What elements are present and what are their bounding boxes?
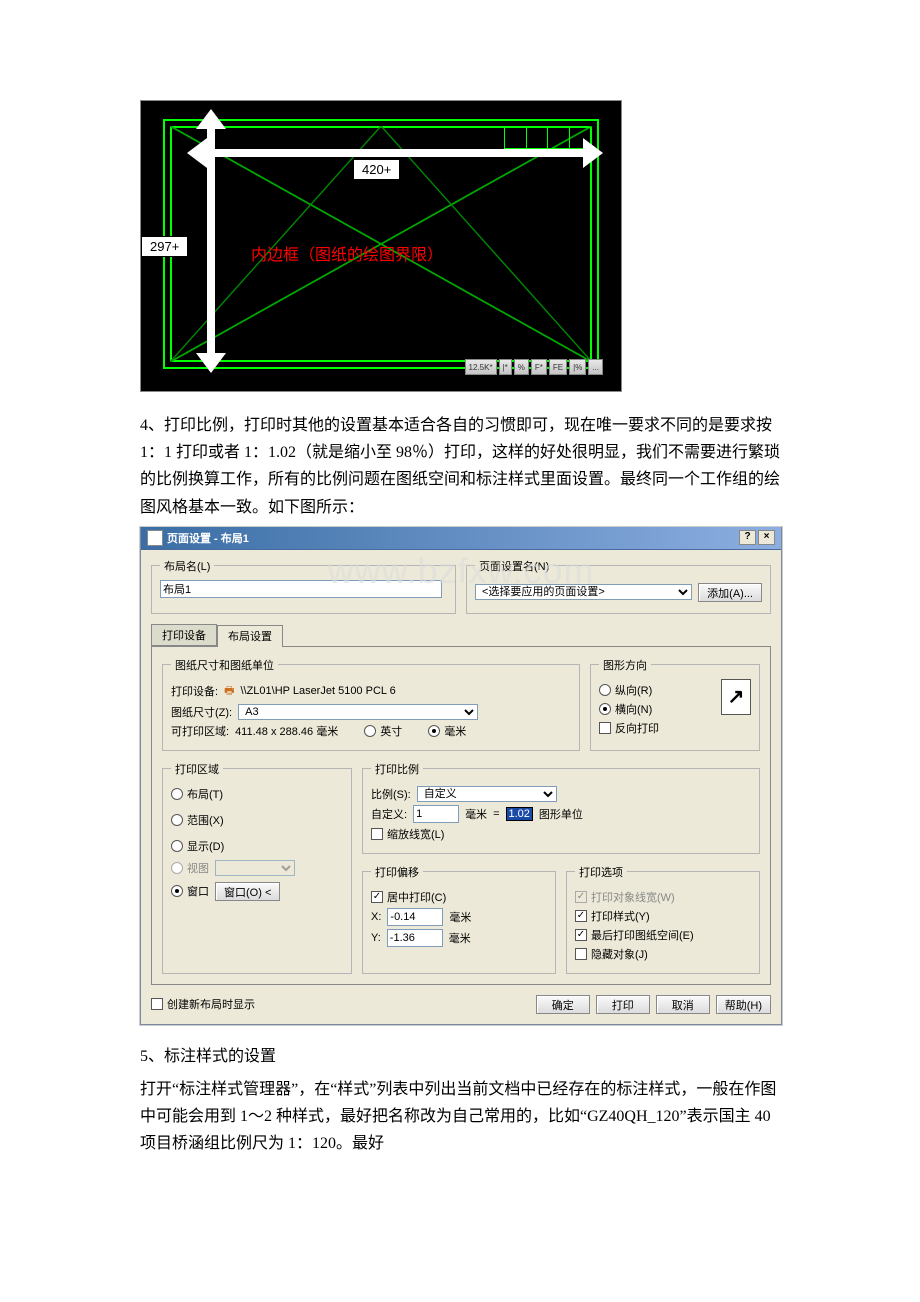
- layout-name-input[interactable]: [160, 580, 442, 598]
- print-offset-group: 打印偏移 居中打印(C) X: 毫米 Y: 毫: [362, 864, 556, 974]
- printable-area-label: 可打印区域:: [171, 723, 229, 739]
- offset-x-input[interactable]: [387, 908, 443, 926]
- paper-size-select[interactable]: A3: [238, 704, 478, 720]
- tab-layout-settings[interactable]: 布局设置: [217, 625, 283, 647]
- cad-tab: 12.5K*: [465, 359, 497, 375]
- window-pick-button[interactable]: 窗口(O) <: [215, 882, 280, 901]
- scale-left-unit: 毫米: [465, 806, 487, 822]
- paper-size-legend: 图纸尺寸和图纸单位: [171, 657, 278, 673]
- orientation-preview-icon: [721, 679, 751, 715]
- device-label: 打印设备:: [171, 683, 218, 699]
- close-icon[interactable]: ×: [758, 530, 775, 545]
- scale-right-input[interactable]: 1.02: [506, 807, 533, 821]
- tab-print-device[interactable]: 打印设备: [151, 624, 217, 646]
- offset-x-label: X:: [371, 911, 381, 923]
- dialog-titlebar[interactable]: 页面设置 - 布局1 ? ×: [141, 527, 781, 550]
- print-scale-group: 打印比例 比例(S): 自定义 自定义: 毫米 = 1.02: [362, 761, 760, 854]
- area-range-radio[interactable]: 范围(X): [171, 812, 224, 828]
- vertical-dimension-arrow: [201, 127, 221, 355]
- offset-y-unit: 毫米: [449, 930, 471, 946]
- dimension-label-vertical: 297+: [141, 236, 188, 257]
- document-page: 420+ 297+ 内边框（图纸的绘图界限） 12.5K* |* % F* FE…: [140, 0, 780, 1264]
- print-offset-legend: 打印偏移: [371, 864, 423, 880]
- cad-tab: |*: [499, 359, 512, 375]
- offset-y-label: Y:: [371, 932, 381, 944]
- paragraph-4: 4、打印比例，打印时其他的设置基本适合各自的习惯即可，现在唯一要求不同的是要求按…: [140, 412, 780, 521]
- cad-tab: %: [514, 359, 529, 375]
- paper-size-label: 图纸尺寸(Z):: [171, 704, 232, 720]
- page-setup-dialog: 页面设置 - 布局1 ? × www.bzfxw.com 布局名(L) 页面设置…: [140, 527, 782, 1025]
- offset-y-input[interactable]: [387, 929, 443, 947]
- cad-tab: ...: [588, 359, 603, 375]
- equals-sign: =: [493, 808, 499, 820]
- print-options-legend: 打印选项: [575, 864, 627, 880]
- area-view-radio[interactable]: 视图: [171, 860, 209, 876]
- cad-tab: FE: [549, 359, 567, 375]
- help-button-icon[interactable]: ?: [739, 530, 756, 545]
- portrait-radio[interactable]: 纵向(R): [599, 682, 652, 698]
- area-layout-radio[interactable]: 布局(T): [171, 786, 223, 802]
- area-window-radio[interactable]: 窗口: [171, 883, 209, 899]
- device-value: \\ZL01\HP LaserJet 5100 PCL 6: [240, 685, 395, 697]
- unit-mm-radio[interactable]: 毫米: [428, 723, 466, 739]
- scale-lineweights-check[interactable]: 缩放线宽(L): [371, 826, 444, 842]
- reverse-print-check[interactable]: 反向打印: [599, 720, 659, 736]
- show-on-new-layout-check[interactable]: 创建新布局时显示: [151, 996, 255, 1012]
- cad-illustration: 420+ 297+ 内边框（图纸的绘图界限） 12.5K* |* % F* FE…: [140, 100, 622, 392]
- ok-button[interactable]: 确定: [536, 995, 590, 1014]
- offset-x-unit: 毫米: [449, 909, 471, 925]
- hide-objects-check[interactable]: 隐藏对象(J): [575, 946, 648, 962]
- inner-frame-caption: 内边框（图纸的绘图界限）: [251, 241, 443, 265]
- cad-status-tabs: 12.5K* |* % F* FE |% ...: [141, 357, 621, 377]
- page-setup-select[interactable]: <选择要应用的页面设置>: [475, 584, 692, 600]
- print-area-group: 打印区域 布局(T) 范围(X) 显示(D) 视图 窗口 窗口(O) <: [162, 761, 352, 974]
- custom-scale-label: 自定义:: [371, 806, 407, 822]
- dialog-icon: [147, 530, 163, 546]
- layout-name-legend: 布局名(L): [160, 558, 214, 574]
- print-styles-check[interactable]: 打印样式(Y): [575, 908, 650, 924]
- help-button[interactable]: 帮助(H): [716, 995, 771, 1014]
- page-setup-dialog-wrap: 页面设置 - 布局1 ? × www.bzfxw.com 布局名(L) 页面设置…: [140, 527, 780, 1025]
- cancel-button[interactable]: 取消: [656, 995, 710, 1014]
- scale-label: 比例(S):: [371, 786, 411, 802]
- dialog-title-text: 页面设置 - 布局1: [167, 530, 249, 546]
- dimension-label-horizontal: 420+: [353, 159, 400, 180]
- print-scale-legend: 打印比例: [371, 761, 423, 777]
- area-display-radio[interactable]: 显示(D): [171, 838, 224, 854]
- unit-inches-radio[interactable]: 英寸: [364, 723, 402, 739]
- orientation-group: 图形方向 纵向(R) 横向(N) 反向打印: [590, 657, 760, 751]
- orientation-legend: 图形方向: [599, 657, 651, 673]
- print-options-group: 打印选项 打印对象线宽(W) 打印样式(Y) 最后打印图纸空间(E) 隐藏对象(…: [566, 864, 760, 974]
- layout-name-group: 布局名(L): [151, 558, 456, 614]
- add-button[interactable]: 添加(A)...: [698, 583, 762, 602]
- page-setup-name-legend: 页面设置名(N): [475, 558, 553, 574]
- paragraph-5: 打开“标注样式管理器”，在“样式”列表中列出当前文档中已经存在的标注样式，一般在…: [140, 1076, 780, 1158]
- print-paperspace-last-check[interactable]: 最后打印图纸空间(E): [575, 927, 694, 943]
- landscape-radio[interactable]: 横向(N): [599, 701, 652, 717]
- view-select: [215, 860, 295, 876]
- print-area-legend: 打印区域: [171, 761, 223, 777]
- scale-select[interactable]: 自定义: [417, 786, 557, 802]
- cad-tab: F*: [531, 359, 547, 375]
- center-print-check[interactable]: 居中打印(C): [371, 889, 446, 905]
- print-lineweights-check: 打印对象线宽(W): [575, 889, 675, 905]
- paper-size-group: 图纸尺寸和图纸单位 打印设备: 🖶 \\ZL01\HP LaserJet 510…: [162, 657, 580, 751]
- tabs: 打印设备 布局设置: [151, 624, 771, 647]
- cad-tab: |%: [569, 359, 586, 375]
- page-setup-name-group: 页面设置名(N) <选择要应用的页面设置> 添加(A)...: [466, 558, 771, 614]
- printable-area-value: 411.48 x 288.46 毫米: [235, 723, 338, 739]
- scale-left-input[interactable]: [413, 805, 459, 823]
- paragraph-5-heading: 5、标注样式的设置: [140, 1043, 780, 1070]
- scale-right-unit: 图形单位: [539, 806, 583, 822]
- print-button[interactable]: 打印: [596, 995, 650, 1014]
